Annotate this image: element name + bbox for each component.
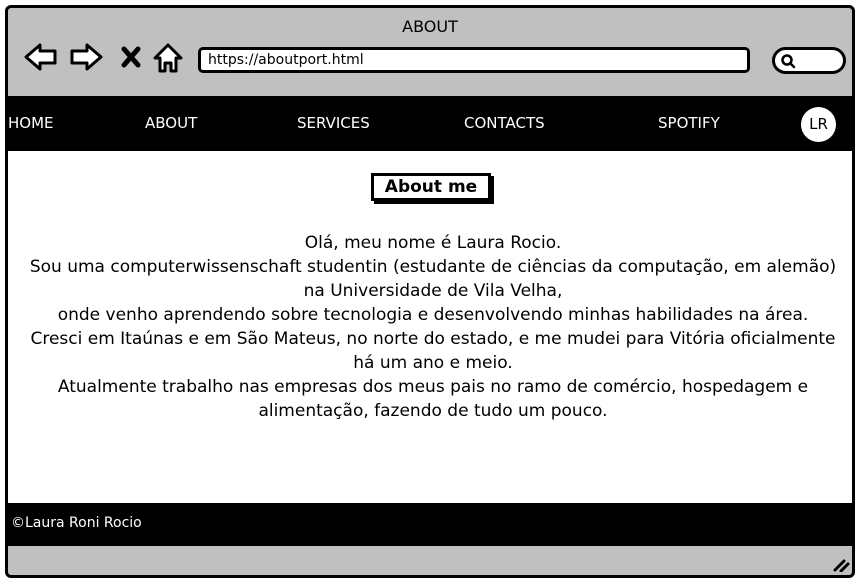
nav-item-home[interactable]: HOME [8, 114, 54, 132]
back-arrow-icon[interactable] [22, 38, 60, 76]
nav-item-services[interactable]: SERVICES [297, 114, 370, 132]
url-text: https://aboutport.html [208, 52, 364, 68]
resize-grip-icon[interactable] [832, 556, 850, 572]
close-icon[interactable] [112, 38, 150, 76]
avatar[interactable]: LR [801, 107, 836, 142]
about-paragraph: Sou uma computerwissenschaft studentin (… [29, 257, 837, 301]
about-paragraph: Atualmente trabalho nas empresas dos meu… [57, 377, 809, 421]
nav-item-spotify[interactable]: SPOTIFY [658, 114, 720, 132]
top-navigation: HOME ABOUT SERVICES CONTACTS SPOTIFY LR [8, 96, 852, 151]
nav-item-contacts[interactable]: CONTACTS [464, 114, 545, 132]
copyright-text: ©Laura Roni Rocio [11, 515, 142, 531]
about-paragraph: Cresci em Itaúnas e em São Mateus, no no… [30, 329, 836, 373]
search-button[interactable] [772, 47, 846, 74]
window-title: ABOUT [402, 17, 458, 36]
footer: ©Laura Roni Rocio [8, 503, 852, 546]
home-icon[interactable] [149, 38, 187, 76]
address-bar[interactable]: https://aboutport.html [198, 47, 750, 73]
search-icon [781, 54, 796, 69]
nav-item-about[interactable]: ABOUT [145, 114, 197, 132]
forward-arrow-icon[interactable] [67, 38, 105, 76]
browser-window: ABOUT https://aboutport.html HOME ABOUT … [5, 5, 855, 578]
about-paragraph: Olá, meu nome é Laura Rocio. [304, 233, 562, 253]
page-heading: About me [371, 173, 491, 201]
main-content: About me Olá, meu nome é Laura Rocio. So… [8, 151, 852, 503]
about-paragraph: onde venho aprendendo sobre tecnologia e… [57, 305, 809, 325]
about-text: Olá, meu nome é Laura Rocio. Sou uma com… [22, 231, 844, 423]
